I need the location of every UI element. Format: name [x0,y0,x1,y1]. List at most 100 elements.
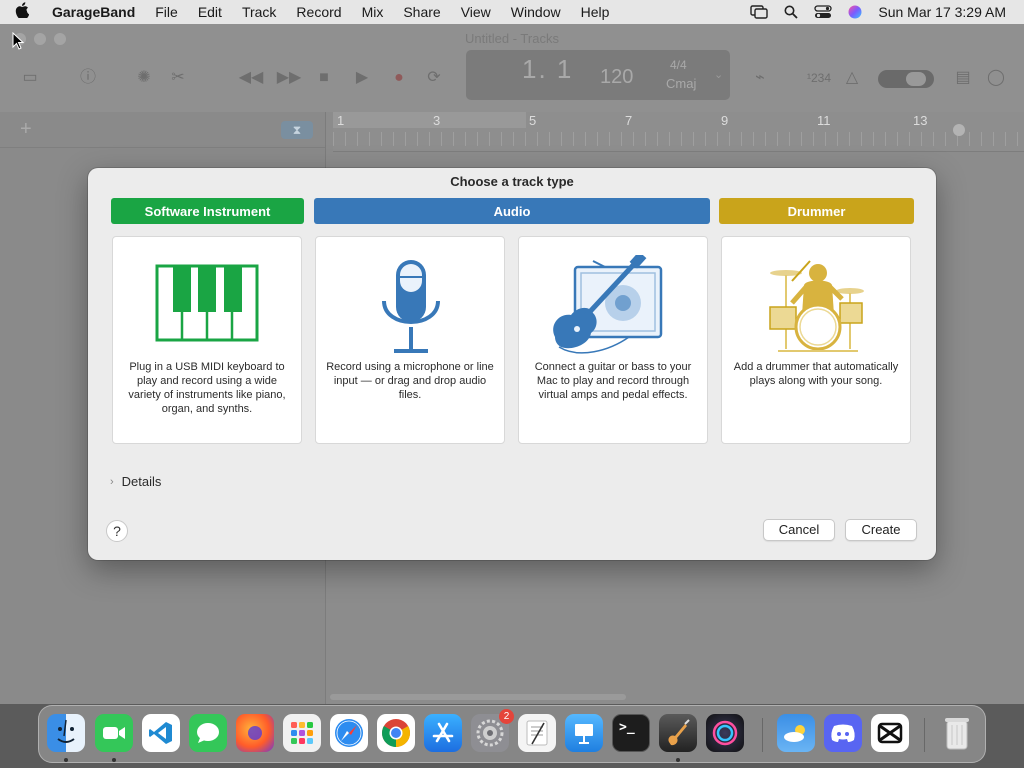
screen-mirroring-icon[interactable] [750,5,769,19]
drummer-icon [769,260,864,352]
microphone-card[interactable]: Record using a microphone or line input … [315,236,505,444]
track-type-dialog: Choose a track type Software Instrument … [88,168,936,560]
fast-forward-icon[interactable]: ▶▶ [276,68,302,88]
count-in-icon[interactable]: ¹234 [804,68,834,88]
dock-separator [924,718,925,752]
running-indicator [676,758,680,762]
facetime-icon[interactable] [95,714,133,752]
menu-share[interactable]: Share [393,0,450,24]
zoom-slider-knob[interactable] [953,124,965,136]
menu-record[interactable]: Record [286,0,351,24]
master-volume-slider[interactable] [878,70,934,88]
ruler-bar-number: 11 [817,113,831,128]
card-description: Record using a microphone or line input … [326,361,494,401]
card-description: Connect a guitar or bass to your Mac to … [534,361,692,401]
terminal-icon[interactable]: >_ [612,714,650,752]
play-icon[interactable]: ▶ [352,68,372,88]
weather-icon[interactable] [777,714,815,752]
menu-track[interactable]: Track [232,0,286,24]
dock-separator [762,718,763,752]
details-disclosure[interactable]: › Details [110,474,161,489]
cycle-icon[interactable]: ⟳ [424,68,444,88]
menu-file[interactable]: File [145,0,188,24]
editors-scissors-icon[interactable]: ✂ [168,68,188,88]
rewind-icon[interactable]: ◀◀ [238,68,264,88]
dock: 2 >_ [38,705,986,763]
library-icon[interactable]: ▭ [20,68,40,88]
software-instrument-button[interactable]: Software Instrument [111,198,304,224]
capcut-icon[interactable] [871,714,909,752]
textedit-icon[interactable] [518,714,556,752]
menu-mix[interactable]: Mix [352,0,394,24]
stop-icon[interactable]: ■ [314,68,334,88]
safari-icon[interactable] [330,714,368,752]
lcd-display[interactable]: 1. 1 120 4/4 Cmaj ⌄ [466,50,730,100]
software-instrument-card[interactable]: Plug in a USB MIDI keyboard to play and … [112,236,302,444]
guitar-amp-icon [553,255,663,354]
lcd-tempo: 120 [600,66,634,88]
app-store-icon[interactable] [424,714,462,752]
timeline-ruler[interactable]: 1 3 5 7 9 11 13 [333,112,1024,152]
loop-browser-icon[interactable]: ◯ [986,68,1006,88]
siri-icon[interactable] [846,5,864,19]
piano-keyboard-icon [155,264,259,342]
smart-controls-icon[interactable]: ✺ [134,68,154,88]
cancel-button[interactable]: Cancel [763,519,835,541]
spotlight-search-icon[interactable] [782,5,800,19]
mouse-cursor-icon [12,32,24,50]
notification-badge: 2 [499,709,514,724]
menu-app-name[interactable]: GarageBand [44,0,145,24]
control-center-icon[interactable] [814,5,833,19]
keynote-icon[interactable] [565,714,603,752]
catch-playhead-icon[interactable]: ⧗ [281,121,313,139]
audio-button[interactable]: Audio [314,198,710,224]
menu-view[interactable]: View [451,0,501,24]
drummer-card[interactable]: Add a drummer that automatically plays a… [721,236,911,444]
lcd-bar-beat: 1. 1 [522,54,574,84]
trash-icon[interactable] [938,714,976,752]
ruler-bar-number: 9 [721,113,729,128]
ruler-bar-number: 1 [337,113,345,128]
firefox-icon[interactable] [236,714,274,752]
help-button[interactable]: ? [106,520,128,542]
lcd-chevron-down-icon[interactable]: ⌄ [714,68,723,81]
lcd-time-signature: 4/4 [670,58,687,72]
siri-icon[interactable] [706,714,744,752]
horizontal-scrollbar[interactable] [330,694,626,700]
menu-bar: GarageBand File Edit Track Record Mix Sh… [0,0,1024,24]
running-indicator [112,758,116,762]
add-track-icon[interactable]: + [20,118,32,141]
ruler-ticks [333,132,1024,146]
menu-clock[interactable]: Sun Mar 17 3:29 AM [878,4,1006,20]
metronome-icon[interactable]: △ [842,68,862,88]
chrome-icon[interactable] [377,714,415,752]
microphone-icon [382,260,440,353]
vscode-icon[interactable] [142,714,180,752]
discord-icon[interactable] [824,714,862,752]
cycle-region[interactable] [333,112,526,128]
launchpad-icon[interactable] [283,714,321,752]
card-description: Add a drummer that automatically plays a… [733,361,899,387]
create-button[interactable]: Create [845,519,917,541]
note-pad-icon[interactable]: ▤ [953,68,973,88]
garageband-icon[interactable] [659,714,697,752]
menu-help[interactable]: Help [571,0,620,24]
guitar-amp-card[interactable]: Connect a guitar or bass to your Mac to … [518,236,708,444]
ruler-bar-number: 13 [913,113,928,128]
drummer-button[interactable]: Drummer [719,198,914,224]
record-icon[interactable]: ● [389,68,409,88]
details-label: Details [121,474,162,489]
ruler-bar-number: 3 [433,113,441,128]
finder-icon[interactable] [47,714,85,752]
ruler-bar-number: 7 [625,113,633,128]
quick-help-icon[interactable]: ⓘ [78,68,98,88]
messages-icon[interactable] [189,714,227,752]
apple-menu-icon[interactable] [0,1,44,23]
tuner-icon[interactable]: ⌁ [750,68,770,88]
lcd-key: Cmaj [666,76,697,91]
menu-window[interactable]: Window [501,0,571,24]
menu-edit[interactable]: Edit [188,0,232,24]
track-header-toolbar: + ⧗ [0,112,325,148]
settings-icon[interactable]: 2 [471,709,514,752]
chevron-right-icon: › [110,475,114,488]
